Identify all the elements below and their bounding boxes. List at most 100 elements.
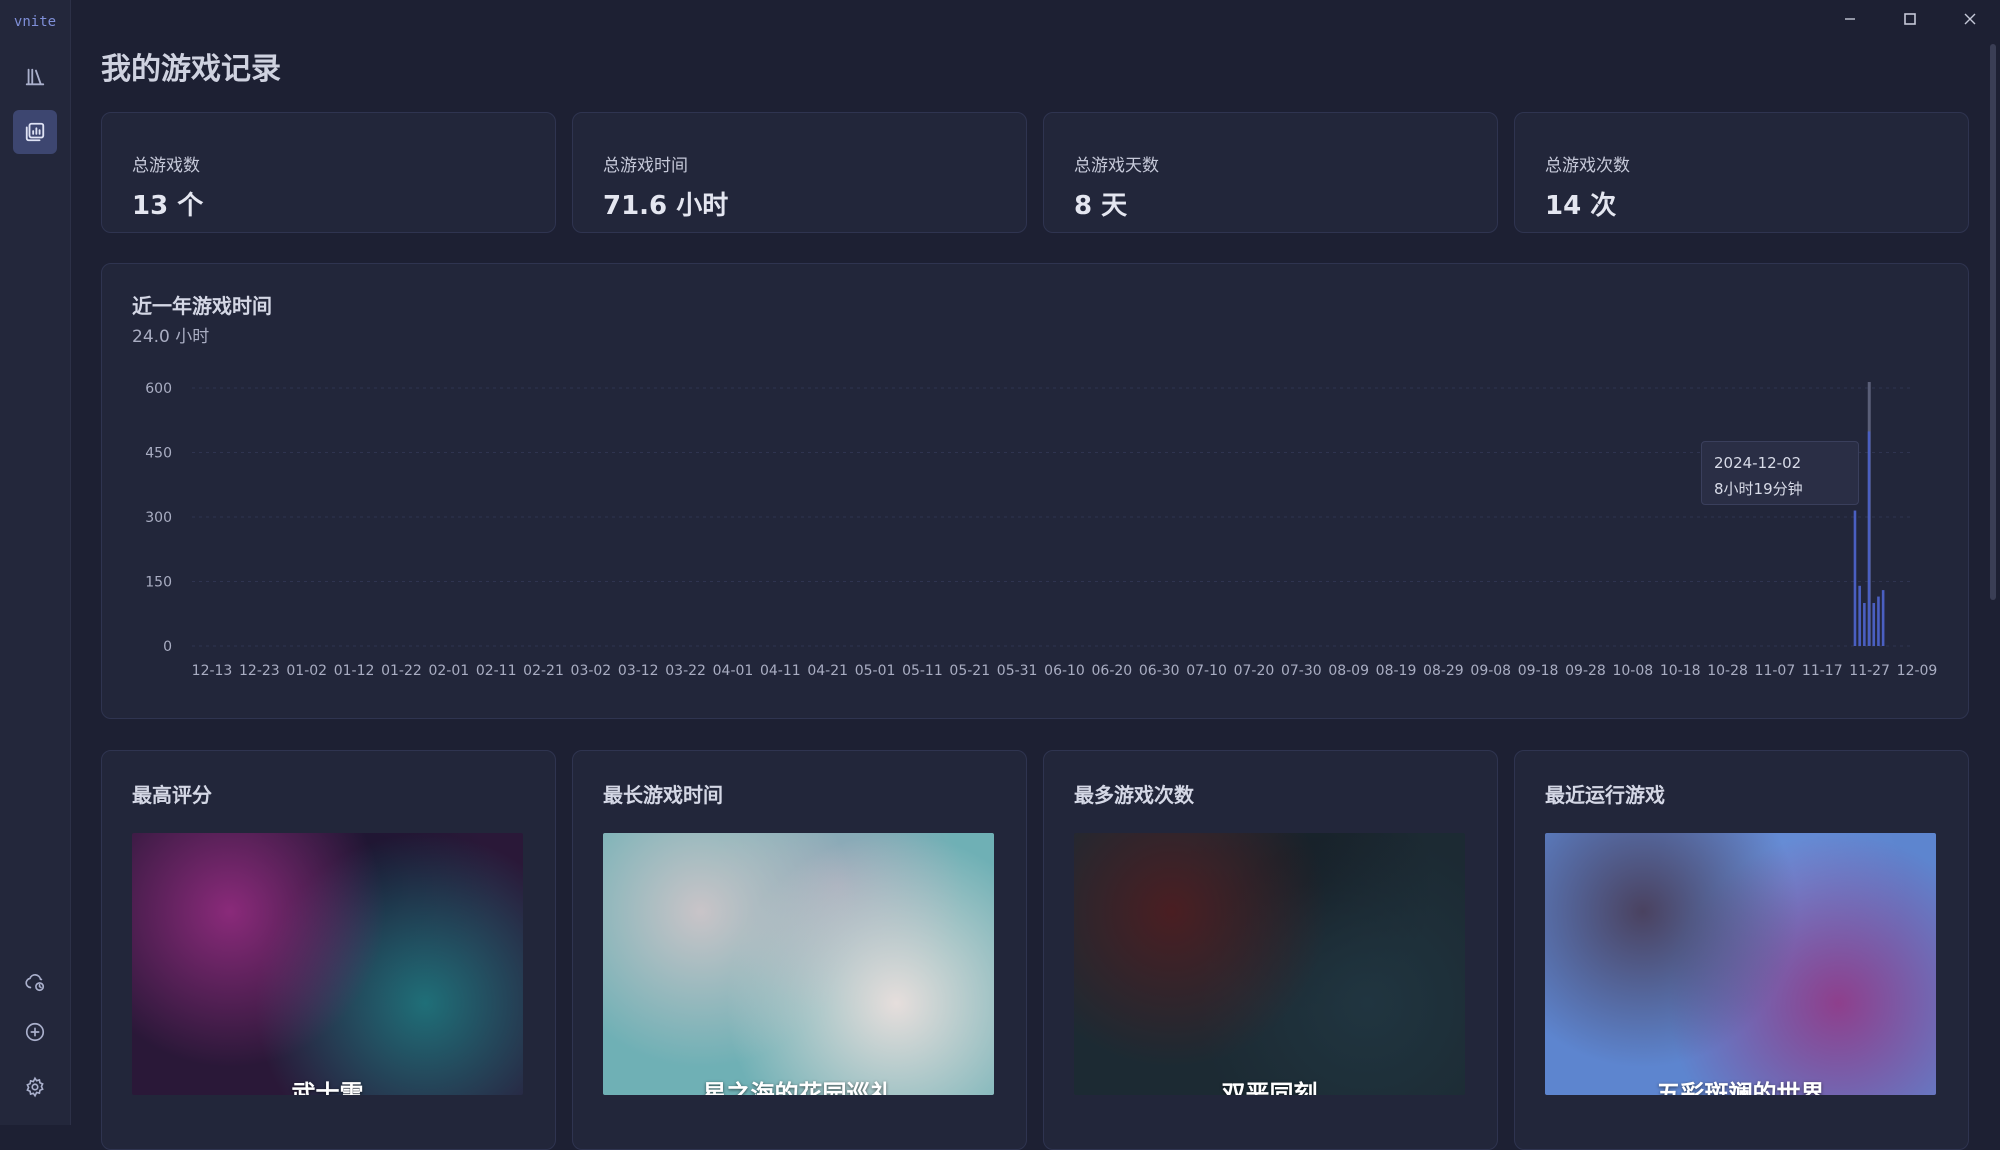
- app-logo: vnite: [13, 14, 57, 30]
- x-tick-label: 08-09: [1328, 663, 1369, 679]
- chart-tooltip: 2024-12-02 8小时19分钟: [1701, 441, 1859, 505]
- game-cover[interactable]: 武士雷: [132, 833, 523, 1095]
- maximize-icon: [1904, 13, 1916, 25]
- library-icon: [25, 68, 45, 86]
- tile-highest-rated: 最高评分 武士雷: [101, 750, 556, 1150]
- game-name: 五彩斑斓的世界: [1656, 1080, 1825, 1095]
- tile-longest-playtime: 最长游戏时间 星之海的花园巡礼: [572, 750, 1027, 1150]
- close-button[interactable]: [1950, 6, 1990, 32]
- stat-value: 14 次: [1545, 191, 1617, 221]
- x-tick-label: 11-17: [1802, 663, 1843, 679]
- game-cover[interactable]: 星之海的花园巡礼: [603, 833, 994, 1095]
- stat-label: 总游戏时间: [603, 156, 688, 176]
- sidebar-item-records[interactable]: [13, 110, 57, 154]
- stat-label: 总游戏次数: [1545, 156, 1630, 176]
- sidebar: vnite: [0, 0, 71, 1125]
- x-tick-label: 03-12: [618, 663, 659, 679]
- x-tick-label: 02-01: [428, 663, 469, 679]
- chart-bar[interactable]: [1863, 603, 1866, 646]
- x-tick-label: 09-08: [1470, 663, 1511, 679]
- minimize-button[interactable]: [1830, 6, 1870, 32]
- x-tick-label: 10-08: [1612, 663, 1653, 679]
- y-tick-label: 150: [145, 575, 172, 591]
- tile-recently-played: 最近运行游戏 五彩斑斓的世界: [1514, 750, 1969, 1150]
- x-tick-label: 03-22: [665, 663, 706, 679]
- x-tick-label: 06-30: [1139, 663, 1180, 679]
- x-tick-label: 05-01: [855, 663, 896, 679]
- chart-bar[interactable]: [1872, 603, 1876, 646]
- y-tick-label: 0: [163, 639, 172, 655]
- tile-title: 最多游戏次数: [1074, 783, 1194, 807]
- stat-card-total-days: 总游戏天数 8 天: [1043, 112, 1498, 233]
- y-tick-label: 450: [145, 446, 172, 462]
- stat-card-total-sessions: 总游戏次数 14 次: [1514, 112, 1969, 233]
- game-name: 双恶同刻: [1221, 1080, 1318, 1095]
- x-tick-label: 08-29: [1423, 663, 1464, 679]
- playtime-chart[interactable]: 0 150 300 450 600 12-13 12-23 01-02 01-12 01-22 02…: [102, 264, 1968, 718]
- stat-value: 13 个: [132, 191, 204, 221]
- chart-bar[interactable]: [1881, 590, 1885, 646]
- game-name: 星之海的花园巡礼: [702, 1080, 895, 1095]
- tooltip-date: 2024-12-02: [1714, 454, 1802, 472]
- x-tick-label: 03-02: [571, 663, 612, 679]
- x-tick-label: 12-23: [239, 663, 280, 679]
- x-tick-label: 05-11: [902, 663, 943, 679]
- x-tick-label: 05-31: [997, 663, 1038, 679]
- game-cover[interactable]: 双恶同刻: [1074, 833, 1465, 1095]
- game-cover[interactable]: 五彩斑斓的世界: [1545, 833, 1936, 1095]
- chart-bar[interactable]: [1858, 585, 1861, 646]
- x-tick-label: 07-30: [1281, 663, 1322, 679]
- x-tick-label: 02-11: [476, 663, 517, 679]
- x-tick-label: 11-27: [1849, 663, 1890, 679]
- chart-bar[interactable]: [1877, 596, 1880, 646]
- chart-card: 近一年游戏时间 24.0 小时 0 150 300 450 600 12-13 12-23 0…: [101, 263, 1969, 719]
- maximize-button[interactable]: [1890, 6, 1930, 32]
- x-tick-label: 07-20: [1234, 663, 1275, 679]
- x-tick-label: 02-21: [523, 663, 564, 679]
- x-tick-label: 12-13: [192, 663, 233, 679]
- cloud-sync-icon: [25, 974, 45, 992]
- x-tick-label: 06-10: [1044, 663, 1085, 679]
- x-tick-label: 01-02: [286, 663, 327, 679]
- close-icon: [1964, 13, 1976, 25]
- tooltip-value: 8小时19分钟: [1714, 480, 1803, 498]
- sidebar-item-cloud-sync[interactable]: [13, 960, 57, 1004]
- x-tick-label: 09-28: [1565, 663, 1606, 679]
- tile-title: 最近运行游戏: [1545, 783, 1665, 807]
- x-tick-label: 08-19: [1376, 663, 1417, 679]
- chart-bar[interactable]: [1867, 431, 1871, 646]
- x-tick-label: 06-20: [1092, 663, 1133, 679]
- x-tick-label: 04-01: [713, 663, 754, 679]
- x-tick-label: 01-22: [381, 663, 422, 679]
- y-tick-label: 600: [145, 381, 172, 397]
- x-tick-label: 04-21: [807, 663, 848, 679]
- sidebar-item-library[interactable]: [13, 55, 57, 99]
- gear-icon: [26, 1076, 44, 1098]
- y-tick-label: 300: [145, 510, 172, 526]
- game-name: 武士雷: [291, 1080, 364, 1095]
- x-tick-label: 04-11: [760, 663, 801, 679]
- x-tick-label: 10-18: [1660, 663, 1701, 679]
- x-tick-label: 12-09: [1897, 663, 1938, 679]
- x-tick-label: 07-10: [1186, 663, 1227, 679]
- sidebar-item-add-game[interactable]: [13, 1010, 57, 1054]
- chart-bar[interactable]: [1853, 510, 1857, 646]
- tile-title: 最高评分: [132, 783, 212, 807]
- stat-value: 71.6 小时: [603, 191, 729, 221]
- stat-label: 总游戏天数: [1074, 156, 1159, 176]
- x-tick-label: 11-07: [1755, 663, 1796, 679]
- chart-icon: [25, 122, 45, 142]
- stat-value: 8 天: [1074, 191, 1128, 221]
- minimize-icon: [1845, 18, 1855, 20]
- plus-circle-icon: [25, 1022, 45, 1042]
- sidebar-item-settings[interactable]: [13, 1065, 57, 1109]
- scrollbar[interactable]: [1990, 44, 1996, 600]
- x-tick-label: 05-21: [949, 663, 990, 679]
- tile-title: 最长游戏时间: [603, 783, 723, 807]
- stat-card-total-time: 总游戏时间 71.6 小时: [572, 112, 1027, 233]
- tile-most-played: 最多游戏次数 双恶同刻: [1043, 750, 1498, 1150]
- x-tick-label: 01-12: [334, 663, 375, 679]
- stat-card-total-games: 总游戏数 13 个: [101, 112, 556, 233]
- x-tick-label: 09-18: [1518, 663, 1559, 679]
- stat-label: 总游戏数: [132, 156, 200, 176]
